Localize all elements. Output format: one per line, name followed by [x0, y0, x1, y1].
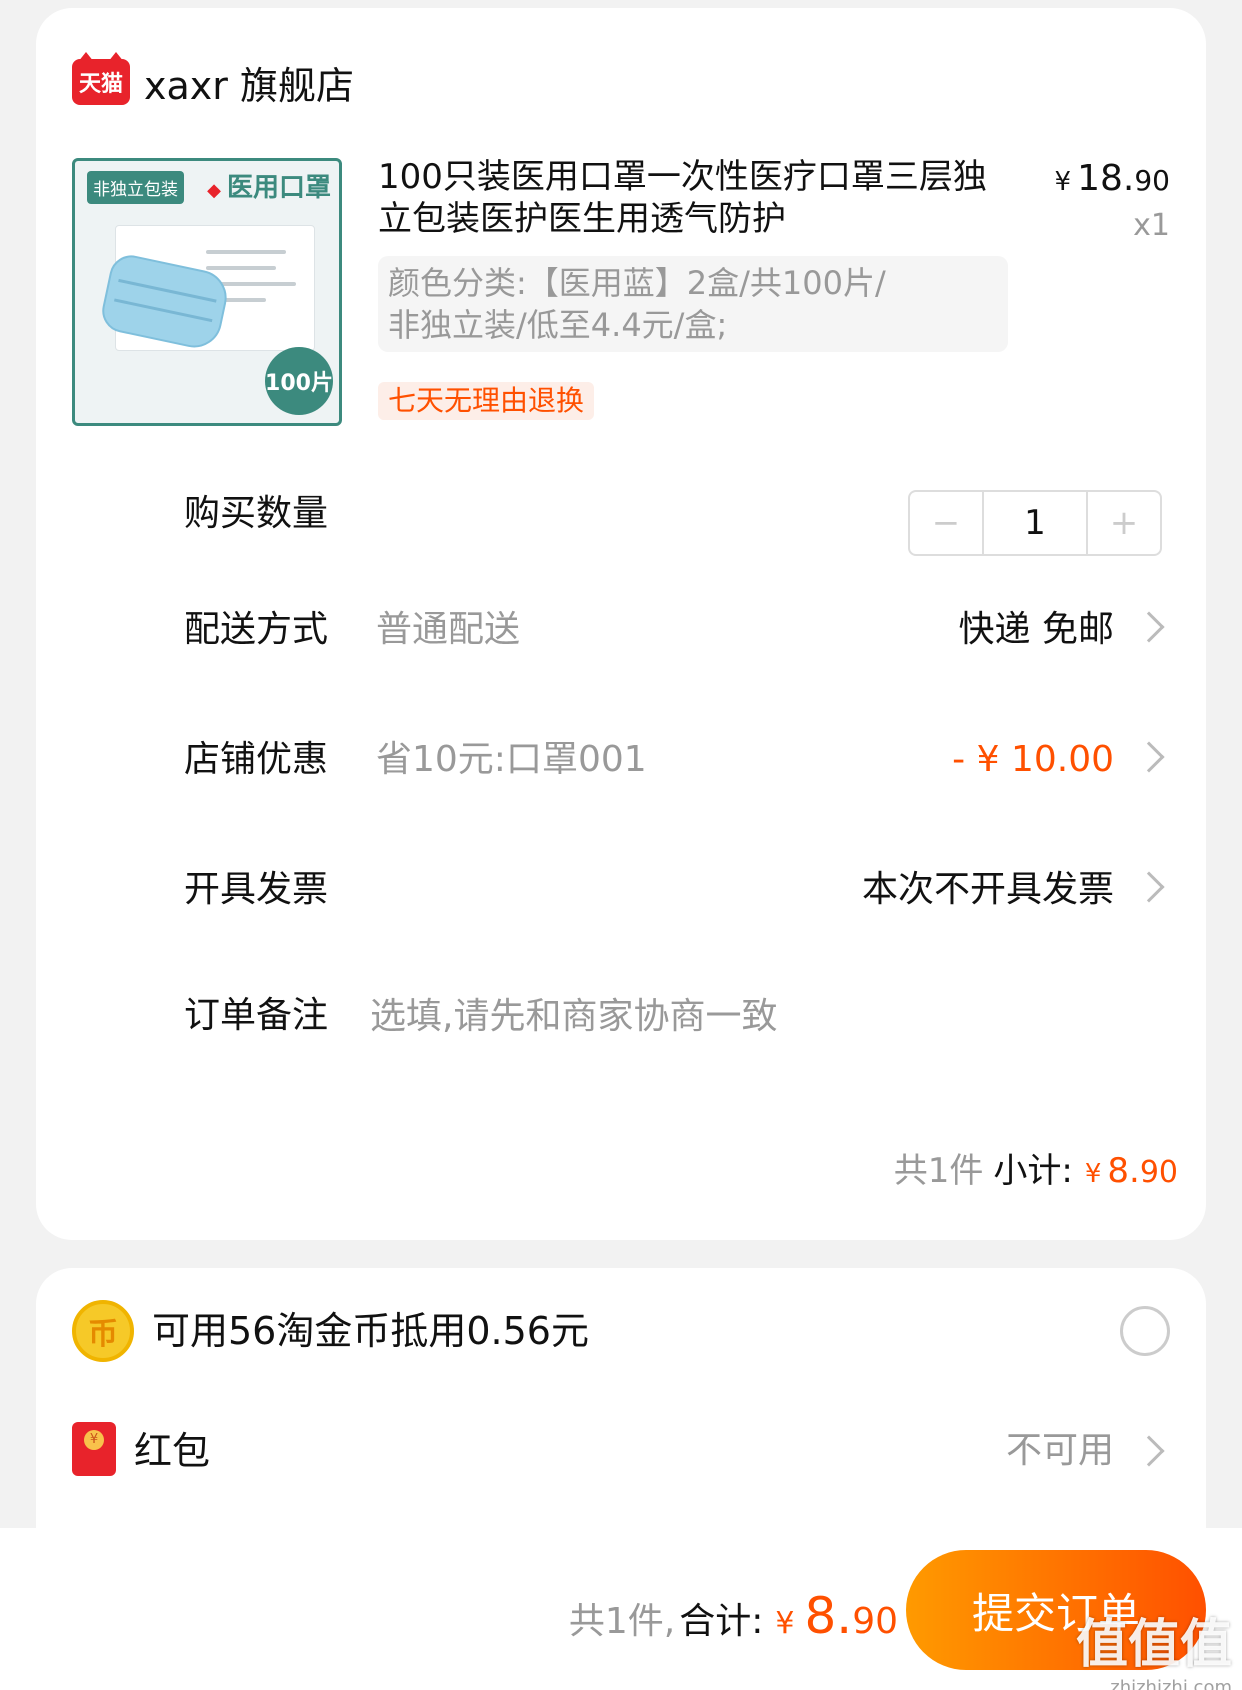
total-count: 共1件,	[568, 1601, 676, 1642]
total-label: 合计:	[679, 1601, 764, 1642]
taojinbi-row[interactable]: 币 可用56淘金币抵用0.56元	[36, 1296, 1206, 1366]
delivery-value: 快递 免邮	[958, 609, 1114, 650]
remark-row: 订单备注	[36, 986, 1206, 1046]
sku-line-1: 颜色分类:【医用蓝】2盒/共100片/	[388, 264, 886, 302]
chevron-right-icon	[1133, 741, 1165, 773]
site-watermark: 值值值 zhizhizhi.com	[1075, 1615, 1232, 1690]
delivery-row[interactable]: 配送方式 普通配送 快递 免邮	[36, 600, 1206, 660]
chevron-right-icon	[1133, 871, 1165, 903]
subtotal-count: 共1件	[893, 1151, 984, 1191]
delivery-label: 配送方式	[184, 609, 329, 650]
decrease-button[interactable]: −	[910, 492, 982, 554]
order-card: 天猫 xaxr 旗舰店 非独立包装 ◆ 医用口罩 100片 100只装医用口罩一次…	[36, 8, 1206, 1240]
quantity-label: 购买数量	[184, 493, 329, 534]
product-image-tag: 非独立包装	[87, 171, 184, 204]
invoice-label: 开具发票	[184, 869, 329, 910]
shop-name[interactable]: xaxr 旗舰店	[144, 55, 354, 110]
sku-line-2: 非独立装/低至4.4元/盒;	[388, 306, 728, 344]
remark-label: 订单备注	[184, 995, 329, 1036]
hongbao-value: 不可用	[1005, 1430, 1114, 1471]
bottom-bar: 共1件, 合计: ¥8.90 提交订单	[0, 1528, 1242, 1690]
quantity-value[interactable]: 1	[982, 492, 1088, 554]
discount-row[interactable]: 店铺优惠 省10元:口罩001 - ¥ 10.00	[36, 730, 1206, 790]
product-image[interactable]: 非独立包装 ◆ 医用口罩 100片	[72, 158, 342, 426]
invoice-value: 本次不开具发票	[861, 869, 1114, 910]
discount-desc: 省10元:口罩001	[376, 739, 647, 780]
red-envelope-icon	[72, 1422, 116, 1476]
tmall-logo-icon: 天猫	[72, 52, 130, 105]
product-image-title: ◆ 医用口罩	[207, 173, 331, 203]
product-quantity: x1	[1133, 208, 1170, 243]
product-image-count: 100片	[265, 347, 333, 415]
sku-selection[interactable]: 颜色分类:【医用蓝】2盒/共100片/ 非独立装/低至4.4元/盒;	[378, 256, 1008, 352]
cross-icon: ◆	[207, 180, 221, 201]
subtotal: 共1件 小计: ¥8.90	[894, 1146, 1178, 1199]
subtotal-label: 小计:	[993, 1151, 1073, 1191]
increase-button[interactable]: +	[1088, 492, 1160, 554]
discount-value: - ¥ 10.00	[952, 739, 1114, 780]
shop-header[interactable]: 天猫 xaxr 旗舰店	[72, 52, 354, 112]
product-title[interactable]: 100只装医用口罩一次性医疗口罩三层独立包装医护医生用透气防护	[378, 156, 998, 240]
hongbao-row[interactable]: 红包 不可用	[36, 1416, 1206, 1486]
chevron-right-icon	[1133, 611, 1165, 643]
subtotal-amount: ¥8.90	[1084, 1151, 1178, 1191]
coin-icon: 币	[72, 1300, 134, 1362]
order-total: 共1件, 合计: ¥8.90	[568, 1587, 898, 1645]
remark-input[interactable]	[370, 986, 1090, 1046]
chevron-right-icon	[1133, 1435, 1165, 1467]
hongbao-label: 红包	[134, 1429, 211, 1473]
quantity-stepper[interactable]: − 1 +	[908, 490, 1162, 556]
taojinbi-radio[interactable]	[1120, 1306, 1170, 1356]
return-policy-badge: 七天无理由退换	[378, 382, 595, 420]
discount-label: 店铺优惠	[184, 739, 329, 780]
product-price: ¥18.90	[1054, 158, 1170, 199]
taojinbi-text: 可用56淘金币抵用0.56元	[152, 1309, 589, 1353]
invoice-row[interactable]: 开具发票 本次不开具发票	[36, 860, 1206, 920]
delivery-desc: 普通配送	[376, 609, 521, 650]
